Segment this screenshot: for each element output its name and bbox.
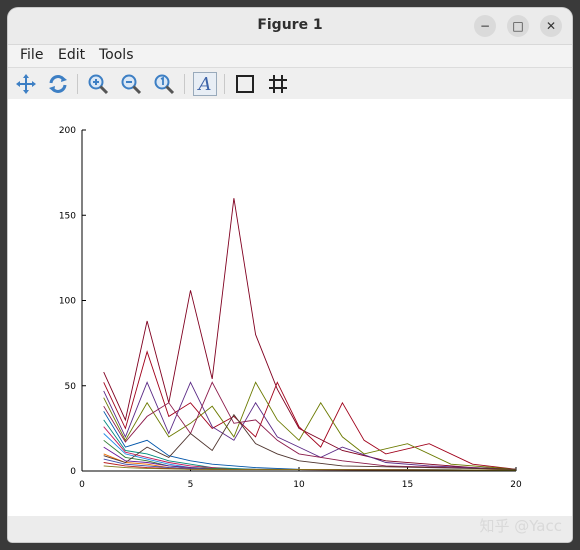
- x-tick-label: 0: [79, 480, 85, 490]
- axes-box-icon[interactable]: [233, 72, 257, 96]
- toolbar-separator: [224, 74, 225, 94]
- pan-icon[interactable]: [14, 72, 38, 96]
- y-tick-label: 100: [59, 297, 76, 307]
- zoom-reset-icon[interactable]: [152, 72, 176, 96]
- y-tick-label: 50: [65, 382, 77, 392]
- menu-bar: File Edit Tools: [8, 45, 572, 67]
- plot-canvas[interactable]: 0 5 10 15 20 0 50 100 150 200: [8, 99, 572, 516]
- rotate-icon[interactable]: [46, 72, 70, 96]
- x-tick-label: 20: [510, 480, 522, 490]
- x-tick-label: 5: [188, 480, 194, 490]
- watermark: 知乎 @Yacc: [479, 517, 562, 535]
- y-tick-label: 150: [59, 211, 76, 221]
- minimize-button[interactable]: −: [474, 15, 496, 37]
- grid-icon[interactable]: [266, 72, 290, 96]
- x-tick-label: 10: [293, 480, 305, 490]
- series-line-1: [103, 198, 517, 470]
- toolbar-separator: [77, 74, 78, 94]
- zoom-in-icon[interactable]: [86, 72, 110, 96]
- y-tick-label: 200: [59, 126, 76, 136]
- text-icon-glyph: A: [198, 73, 212, 95]
- text-icon[interactable]: A: [193, 72, 217, 96]
- menu-file[interactable]: File: [20, 47, 43, 63]
- menu-edit[interactable]: Edit: [58, 47, 85, 63]
- figure-window: Figure 1 − □ ✕ File Edit Tools A 0 5 10 …: [8, 8, 572, 542]
- title-bar[interactable]: Figure 1 − □ ✕: [8, 8, 572, 45]
- y-tick-label: 0: [70, 467, 76, 477]
- menu-tools[interactable]: Tools: [99, 47, 134, 63]
- series-line-16: [103, 413, 517, 470]
- status-bar: 知乎 @Yacc: [8, 516, 572, 542]
- toolbar-separator: [184, 74, 185, 94]
- close-button[interactable]: ✕: [540, 15, 562, 37]
- maximize-button[interactable]: □: [507, 15, 529, 37]
- zoom-out-icon[interactable]: [119, 72, 143, 96]
- series-line-7: [103, 419, 517, 471]
- x-tick-label: 15: [402, 480, 413, 490]
- series-line-2: [103, 350, 517, 470]
- line-chart: 0 5 10 15 20050100150200: [59, 126, 522, 490]
- toolbar: A: [8, 67, 572, 100]
